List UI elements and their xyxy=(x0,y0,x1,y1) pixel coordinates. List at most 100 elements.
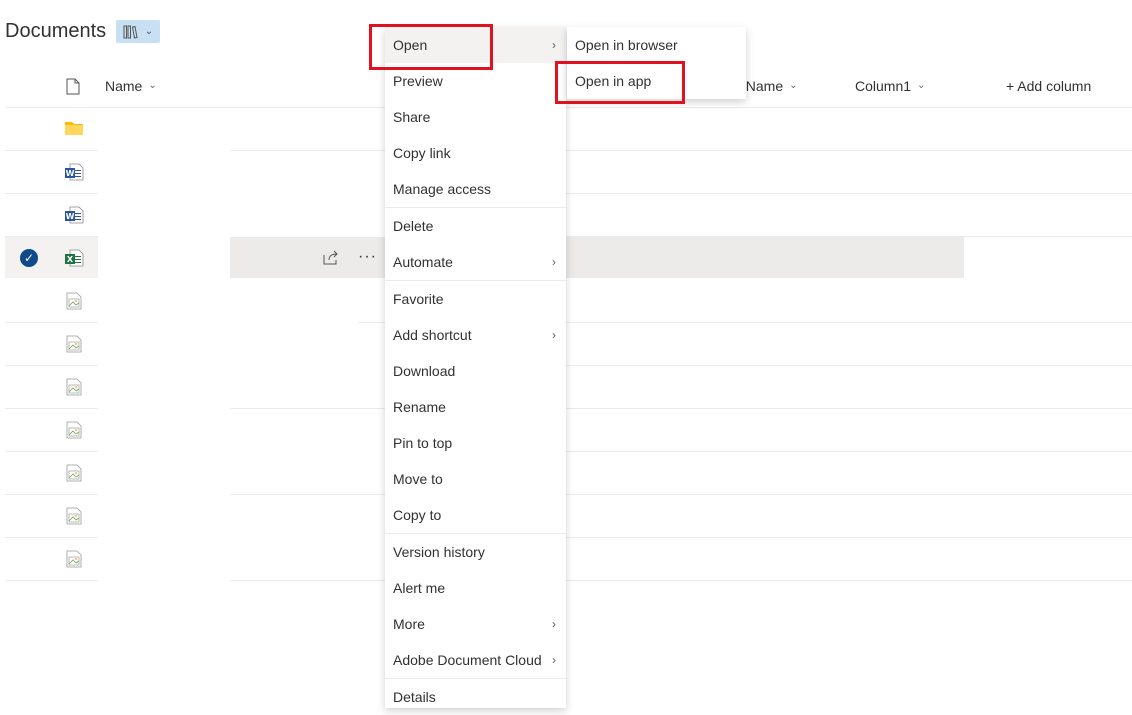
image-file-icon[interactable] xyxy=(64,549,84,569)
svg-text:X: X xyxy=(67,255,74,264)
svg-text:W: W xyxy=(66,169,75,178)
row-divider xyxy=(5,494,98,495)
menu-item-pin-to-top[interactable]: Pin to top xyxy=(385,425,566,461)
column-header-column1[interactable]: Column1 ⌄ xyxy=(855,75,925,97)
row-divider xyxy=(566,322,1132,323)
menu-item-label: Download xyxy=(393,363,456,379)
menu-item-label: Share xyxy=(393,109,431,125)
menu-item-label: Alert me xyxy=(393,580,446,596)
row-divider xyxy=(5,451,98,452)
word-file-icon[interactable]: W xyxy=(64,205,84,225)
view-switcher-button[interactable]: ⌄ xyxy=(116,20,160,43)
menu-item-label: Open in browser xyxy=(575,37,678,53)
menu-item-label: Version history xyxy=(393,544,485,560)
menu-item-alert-me[interactable]: Alert me xyxy=(385,570,566,606)
menu-item-more[interactable]: More › xyxy=(385,606,566,642)
menu-item-label: More xyxy=(393,616,425,632)
chevron-down-icon: ⌄ xyxy=(917,79,926,91)
menu-item-manage-access[interactable]: Manage access xyxy=(385,171,566,207)
row-divider xyxy=(566,408,1132,409)
folder-icon[interactable] xyxy=(64,120,84,140)
row-divider xyxy=(566,236,1132,237)
context-menu: Open › Preview Share Copy link Manage ac… xyxy=(385,27,566,708)
menu-item-copy-to[interactable]: Copy to xyxy=(385,497,566,533)
add-column-button[interactable]: + Add column xyxy=(1006,75,1091,97)
menu-item-label: Add shortcut xyxy=(393,327,472,343)
row-divider xyxy=(5,236,98,237)
share-icon[interactable] xyxy=(322,250,340,266)
chevron-down-icon: ⌄ xyxy=(789,79,798,91)
menu-item-label: Copy link xyxy=(393,145,451,161)
highlight-box-open-in-app xyxy=(555,61,685,104)
row-divider xyxy=(566,365,1132,366)
row-divider xyxy=(230,494,385,495)
image-file-icon[interactable] xyxy=(64,291,84,311)
row-divider xyxy=(5,537,98,538)
menu-item-copy-link[interactable]: Copy link xyxy=(385,135,566,171)
chevron-down-icon: ⌄ xyxy=(148,79,157,91)
word-file-icon[interactable]: W xyxy=(64,162,84,182)
submenu-item-open-in-browser[interactable]: Open in browser xyxy=(567,27,746,63)
header-divider xyxy=(5,107,1132,108)
row-divider xyxy=(566,580,1132,581)
menu-item-label: Move to xyxy=(393,471,443,487)
menu-item-automate[interactable]: Automate › xyxy=(385,244,566,280)
menu-item-label: Preview xyxy=(393,73,443,89)
row-divider xyxy=(566,193,1132,194)
row-divider xyxy=(5,580,98,581)
menu-item-label: Favorite xyxy=(393,291,444,307)
menu-item-label: Delete xyxy=(393,218,434,234)
row-divider xyxy=(5,365,98,366)
excel-file-icon[interactable]: X xyxy=(64,248,84,268)
image-file-icon[interactable] xyxy=(64,377,84,397)
menu-item-move-to[interactable]: Move to xyxy=(385,461,566,497)
row-divider xyxy=(230,580,385,581)
menu-item-label: Copy to xyxy=(393,507,442,523)
add-column-label: + Add column xyxy=(1006,78,1092,94)
row-divider xyxy=(566,150,1132,151)
menu-item-version-history[interactable]: Version history xyxy=(385,534,566,570)
chevron-right-icon: › xyxy=(552,38,556,52)
image-file-icon[interactable] xyxy=(64,506,84,526)
column-header-partial-name[interactable]: t Name ⌄ xyxy=(738,75,798,97)
menu-item-label: Rename xyxy=(393,399,446,415)
menu-item-add-shortcut[interactable]: Add shortcut › xyxy=(385,317,566,353)
image-file-icon[interactable] xyxy=(64,420,84,440)
file-type-header-icon[interactable] xyxy=(66,78,80,100)
row-divider xyxy=(5,193,98,194)
page-title: Documents xyxy=(5,20,107,42)
row-divider xyxy=(230,408,385,409)
more-options-icon[interactable]: ··· xyxy=(358,248,377,266)
chevron-right-icon: › xyxy=(552,255,556,269)
chevron-down-icon: ⌄ xyxy=(144,26,154,37)
row-divider xyxy=(5,150,98,151)
column-header-name[interactable]: Name ⌄ xyxy=(105,75,157,97)
chevron-right-icon: › xyxy=(552,328,556,342)
menu-item-label: Automate xyxy=(393,254,453,270)
selected-row-highlight-right xyxy=(230,237,964,278)
menu-item-rename[interactable]: Rename xyxy=(385,389,566,425)
row-divider xyxy=(5,408,98,409)
column-header-column1-label: Column1 xyxy=(855,78,912,94)
selected-row-highlight xyxy=(5,237,98,278)
menu-item-favorite[interactable]: Favorite xyxy=(385,281,566,317)
highlight-box-open xyxy=(369,24,493,70)
menu-item-adobe-document-cloud[interactable]: Adobe Document Cloud › xyxy=(385,642,566,678)
menu-item-label: Pin to top xyxy=(393,435,453,451)
menu-item-delete[interactable]: Delete xyxy=(385,208,566,244)
row-divider xyxy=(566,537,1132,538)
row-divider xyxy=(566,451,1132,452)
menu-item-label: Details xyxy=(393,689,436,705)
image-file-icon[interactable] xyxy=(64,463,84,483)
row-divider xyxy=(5,322,98,323)
menu-item-download[interactable]: Download xyxy=(385,353,566,389)
library-icon xyxy=(123,25,138,39)
menu-item-share[interactable]: Share xyxy=(385,99,566,135)
menu-item-label: Manage access xyxy=(393,181,492,197)
row-divider xyxy=(230,150,385,151)
row-selected-checkmark-icon[interactable]: ✓ xyxy=(20,249,38,267)
svg-text:W: W xyxy=(66,212,75,221)
column-header-name-label: Name xyxy=(105,78,143,94)
menu-item-details[interactable]: Details xyxy=(385,679,566,715)
image-file-icon[interactable] xyxy=(64,334,84,354)
